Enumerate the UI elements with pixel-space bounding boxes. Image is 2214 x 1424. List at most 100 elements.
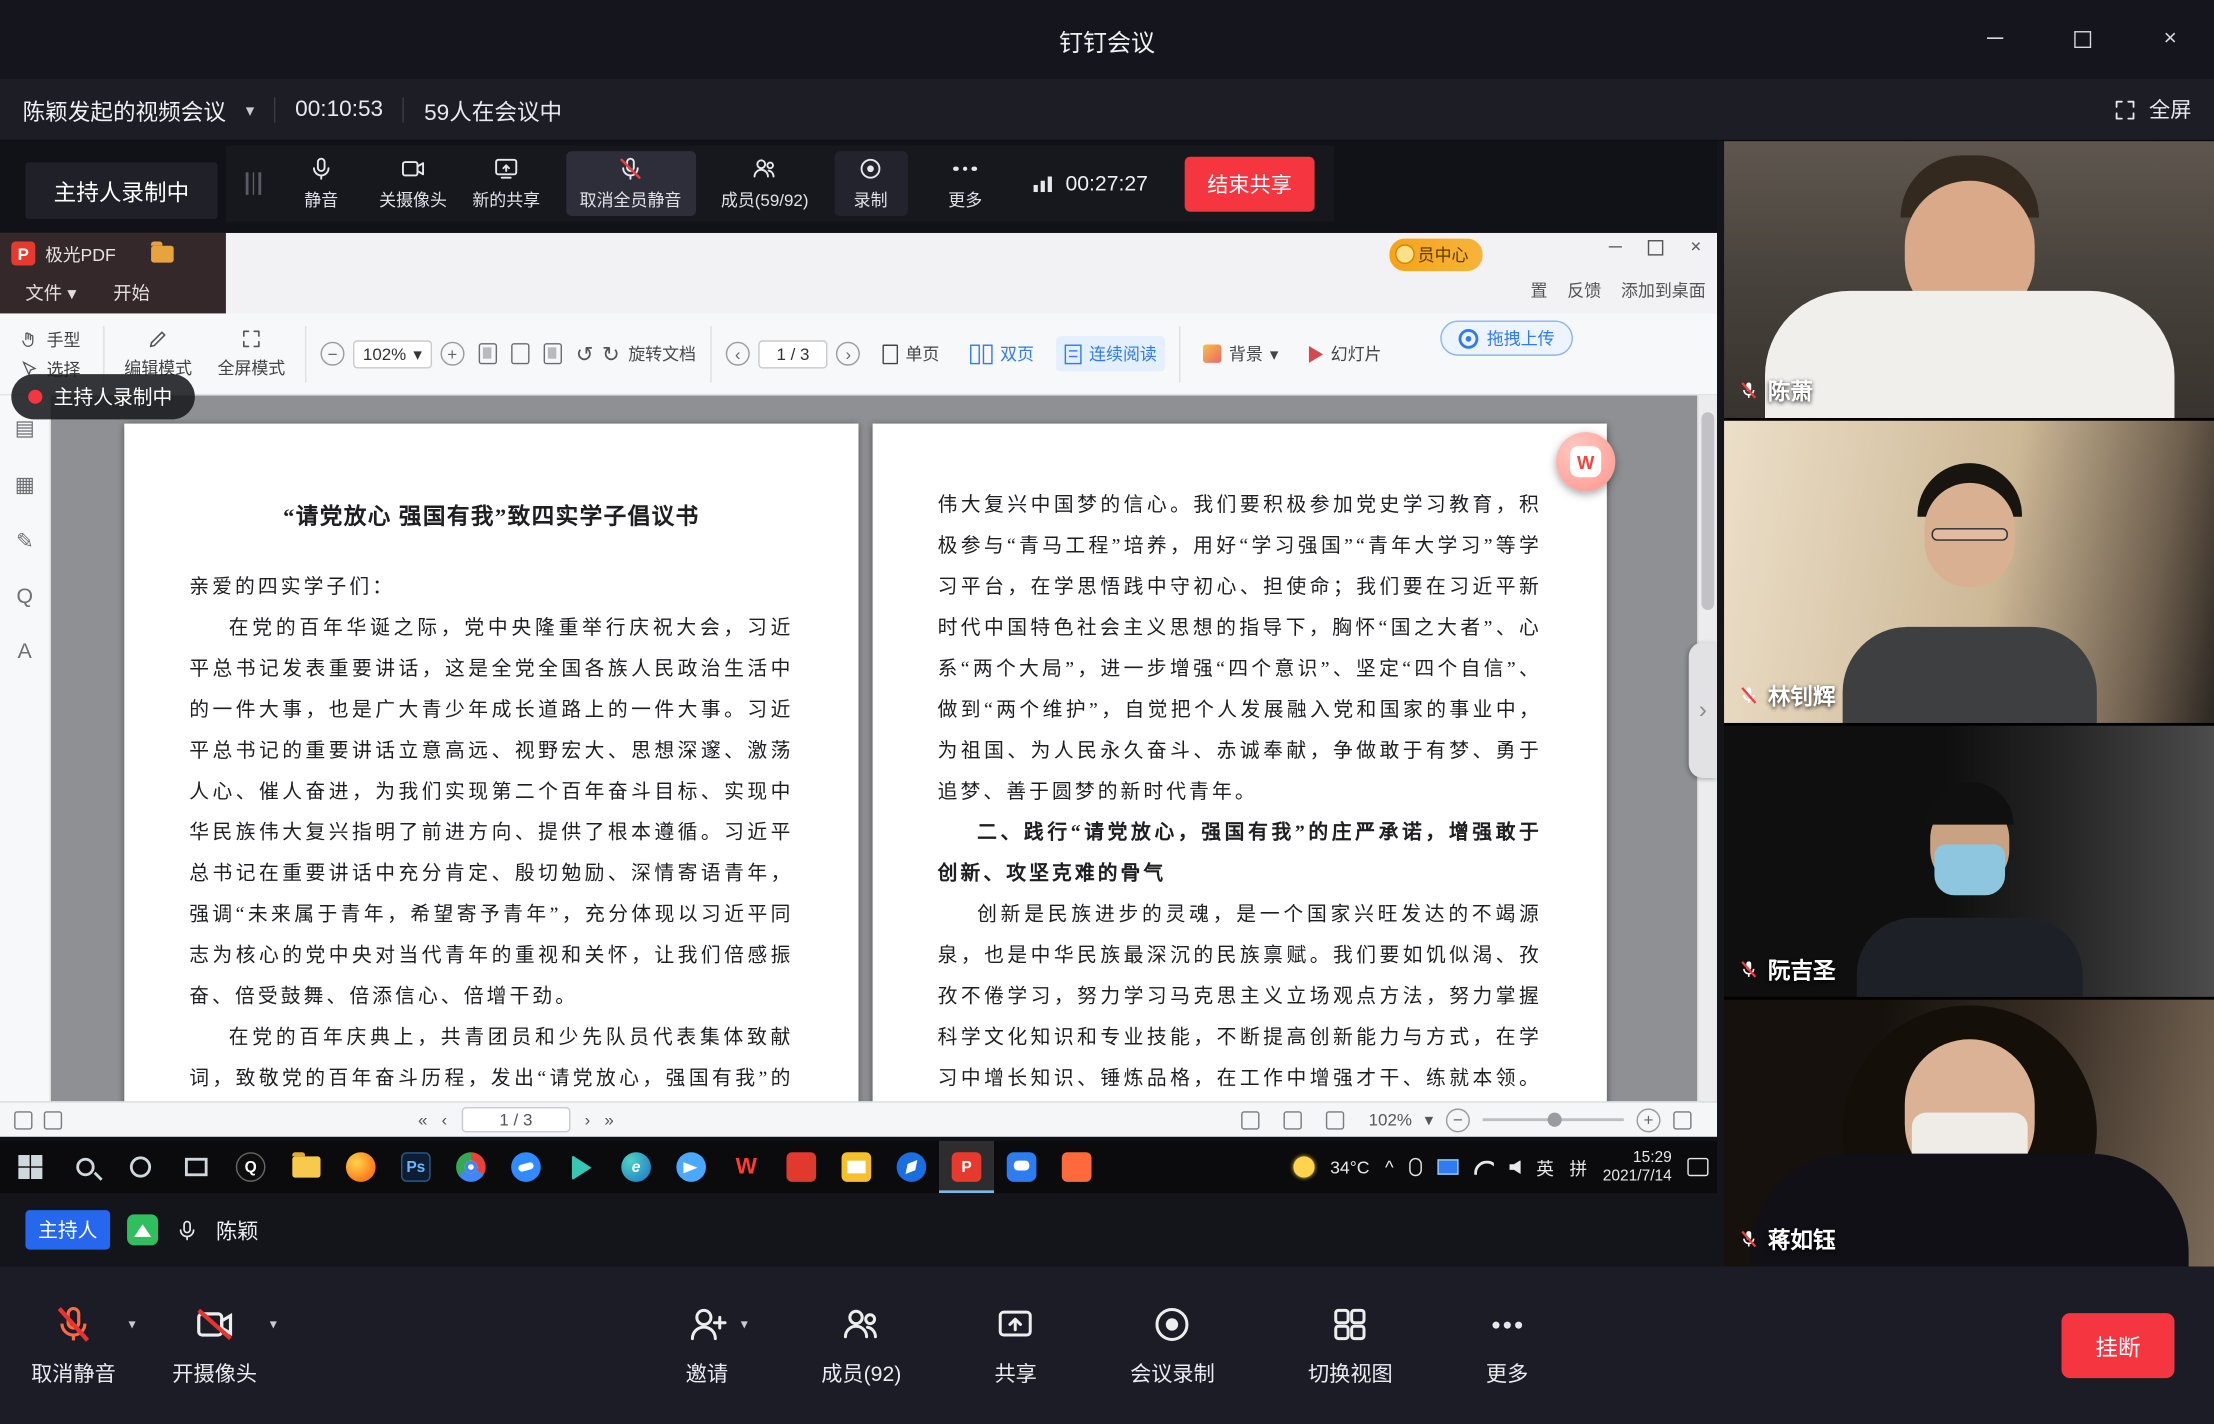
member-center-badge[interactable]: 员中心 xyxy=(1389,239,1482,271)
wifi-icon[interactable] xyxy=(1474,1160,1494,1174)
invite-button[interactable]: ▾ 邀请 xyxy=(686,1303,728,1388)
text-tool-icon[interactable]: A xyxy=(18,640,32,664)
video-tile[interactable]: 林钊辉 xyxy=(1724,421,2214,723)
sidebar-collapse-handle[interactable]: › xyxy=(1689,642,1717,778)
document-canvas[interactable]: “请党放心 强国有我”致四实学子倡议书 亲爱的四实学子们： 在党的百年华诞之际，… xyxy=(51,395,1697,1101)
pdf-minimize-button[interactable]: ─ xyxy=(1603,236,1628,257)
annotate-icon[interactable]: ✎ xyxy=(16,528,34,553)
switch-view-button[interactable]: 切换视图 xyxy=(1308,1303,1393,1388)
minimize-button[interactable]: ─ xyxy=(1951,0,2039,79)
chevron-down-icon[interactable]: ▾ xyxy=(741,1317,748,1333)
next-page-button[interactable]: › xyxy=(836,342,860,366)
zoom-level[interactable]: 102% xyxy=(1369,1110,1412,1130)
fit-width-button[interactable] xyxy=(511,343,529,364)
add-to-desktop-link[interactable]: 添加到桌面 xyxy=(1621,278,1706,302)
taskbar-app-bird[interactable] xyxy=(664,1141,719,1193)
volume-icon[interactable] xyxy=(1509,1160,1520,1174)
scrollbar-thumb[interactable] xyxy=(1701,412,1714,610)
record-button[interactable]: 录制 xyxy=(834,151,907,216)
members-button[interactable]: 成员(59/92) xyxy=(721,151,809,216)
prev-page-button[interactable]: ‹ xyxy=(442,1110,448,1130)
edit-mode-button[interactable]: 编辑模式 xyxy=(119,328,198,380)
share-button[interactable]: 共享 xyxy=(994,1303,1036,1388)
single-page-icon[interactable] xyxy=(1242,1111,1260,1129)
search-icon[interactable]: Q xyxy=(16,585,32,609)
settings-link[interactable]: 置 xyxy=(1531,278,1548,302)
video-tile[interactable]: 蒋如钰 xyxy=(1724,1000,2214,1267)
video-tile[interactable]: 阮吉圣 xyxy=(1724,726,2214,997)
unmute-all-button[interactable]: 取消全员静音 xyxy=(566,151,696,216)
more-button[interactable]: 更多 xyxy=(1486,1303,1528,1388)
grid-view-icon[interactable]: ▦ xyxy=(15,472,35,497)
chevron-down-icon[interactable]: ▾ xyxy=(128,1317,135,1333)
fullscreen-button[interactable]: 全屏 xyxy=(2112,95,2191,125)
tray-mic-icon[interactable] xyxy=(1409,1158,1422,1176)
start-button[interactable] xyxy=(3,1141,58,1193)
page-indicator[interactable]: 1 / 3 xyxy=(758,340,828,368)
rotate-right-button[interactable]: ↻ xyxy=(602,341,620,366)
first-page-button[interactable]: « xyxy=(418,1110,427,1130)
menu-file[interactable]: 文件 ▾ xyxy=(25,278,76,305)
zoom-in-button[interactable]: + xyxy=(1637,1108,1661,1132)
taskbar-app-firefox[interactable] xyxy=(333,1141,388,1193)
more-button[interactable]: 更多 xyxy=(933,151,998,216)
taskbar-app-photoshop[interactable]: Ps xyxy=(388,1141,443,1193)
taskbar-app-qq[interactable]: Q xyxy=(223,1141,278,1193)
background-button[interactable]: 背景▾ xyxy=(1195,336,1287,371)
end-share-button[interactable]: 结束共享 xyxy=(1185,156,1315,211)
slideshow-button[interactable]: 幻灯片 xyxy=(1301,336,1390,371)
zoom-out-button[interactable]: − xyxy=(321,342,345,366)
continuous-read-button[interactable]: 连续阅读 xyxy=(1057,336,1166,371)
taskbar-app-mail[interactable] xyxy=(829,1141,884,1193)
zoom-slider[interactable] xyxy=(1483,1118,1624,1121)
maximize-button[interactable] xyxy=(2039,0,2127,79)
camera-on-button[interactable]: ▾ 开摄像头 xyxy=(172,1303,257,1388)
taskbar-app-chat[interactable] xyxy=(994,1141,1049,1193)
video-tile[interactable]: 陈萧 xyxy=(1724,141,2214,418)
thumbnail-toggle-icon[interactable] xyxy=(14,1111,32,1129)
taskbar-app-dingtalk[interactable] xyxy=(498,1141,553,1193)
cortana-button[interactable] xyxy=(113,1141,168,1193)
taskbar-app-store[interactable] xyxy=(554,1141,609,1193)
tray-display-icon[interactable] xyxy=(1437,1159,1458,1175)
meeting-record-button[interactable]: 会议录制 xyxy=(1130,1303,1215,1388)
menu-start[interactable]: 开始 xyxy=(113,278,150,305)
double-page-button[interactable]: 双页 xyxy=(962,336,1043,371)
zoom-slider-thumb[interactable] xyxy=(1548,1113,1562,1127)
hand-tool[interactable]: 手型 xyxy=(20,327,81,351)
zoom-in-button[interactable]: + xyxy=(440,342,464,366)
taskbar-app-compass[interactable] xyxy=(884,1141,939,1193)
close-button[interactable]: × xyxy=(2126,0,2214,79)
floating-assistant-button[interactable]: W xyxy=(1556,432,1615,491)
chevron-down-icon[interactable]: ▾ xyxy=(246,100,255,120)
notification-center-icon[interactable] xyxy=(1687,1158,1708,1176)
folder-icon[interactable] xyxy=(151,245,174,262)
pdf-maximize-button[interactable] xyxy=(1648,240,1664,256)
taskbar-app-edge[interactable]: e xyxy=(609,1141,664,1193)
next-page-button[interactable]: › xyxy=(585,1110,591,1130)
new-share-button[interactable]: 新的共享 xyxy=(472,151,540,216)
taskbar-app-chrome[interactable] xyxy=(443,1141,498,1193)
taskbar-app-red[interactable] xyxy=(774,1141,829,1193)
unmute-button[interactable]: ▾ 取消静音 xyxy=(31,1303,116,1388)
chevron-down-icon[interactable]: ▾ xyxy=(270,1317,277,1333)
weather-temp[interactable]: 34°C xyxy=(1330,1157,1369,1177)
fullscreen-mode-button[interactable]: 全屏模式 xyxy=(212,328,291,380)
taskbar-app-media[interactable] xyxy=(1049,1141,1104,1193)
fit-height-button[interactable] xyxy=(543,343,561,364)
zoom-level-select[interactable]: 102%▾ xyxy=(353,340,432,368)
taskbar-app-jiguang-pdf[interactable]: P xyxy=(939,1141,994,1193)
last-page-button[interactable]: » xyxy=(604,1110,613,1130)
taskbar-search[interactable] xyxy=(58,1141,113,1193)
drag-upload-button[interactable]: 拖拽上传 xyxy=(1440,321,1573,356)
taskbar-app-explorer[interactable] xyxy=(278,1141,333,1193)
taskbar-app-wps[interactable]: W xyxy=(719,1141,774,1193)
rotate-left-button[interactable]: ↺ xyxy=(576,341,594,366)
double-page-icon[interactable] xyxy=(1284,1111,1302,1129)
ime-indicator[interactable]: 拼 xyxy=(1570,1154,1588,1181)
zoom-out-button[interactable]: − xyxy=(1446,1108,1470,1132)
bookmark-toggle-icon[interactable] xyxy=(44,1111,62,1129)
single-page-button[interactable]: 单页 xyxy=(874,336,947,371)
task-view-button[interactable] xyxy=(168,1141,223,1193)
feedback-link[interactable]: 反馈 xyxy=(1567,278,1601,302)
